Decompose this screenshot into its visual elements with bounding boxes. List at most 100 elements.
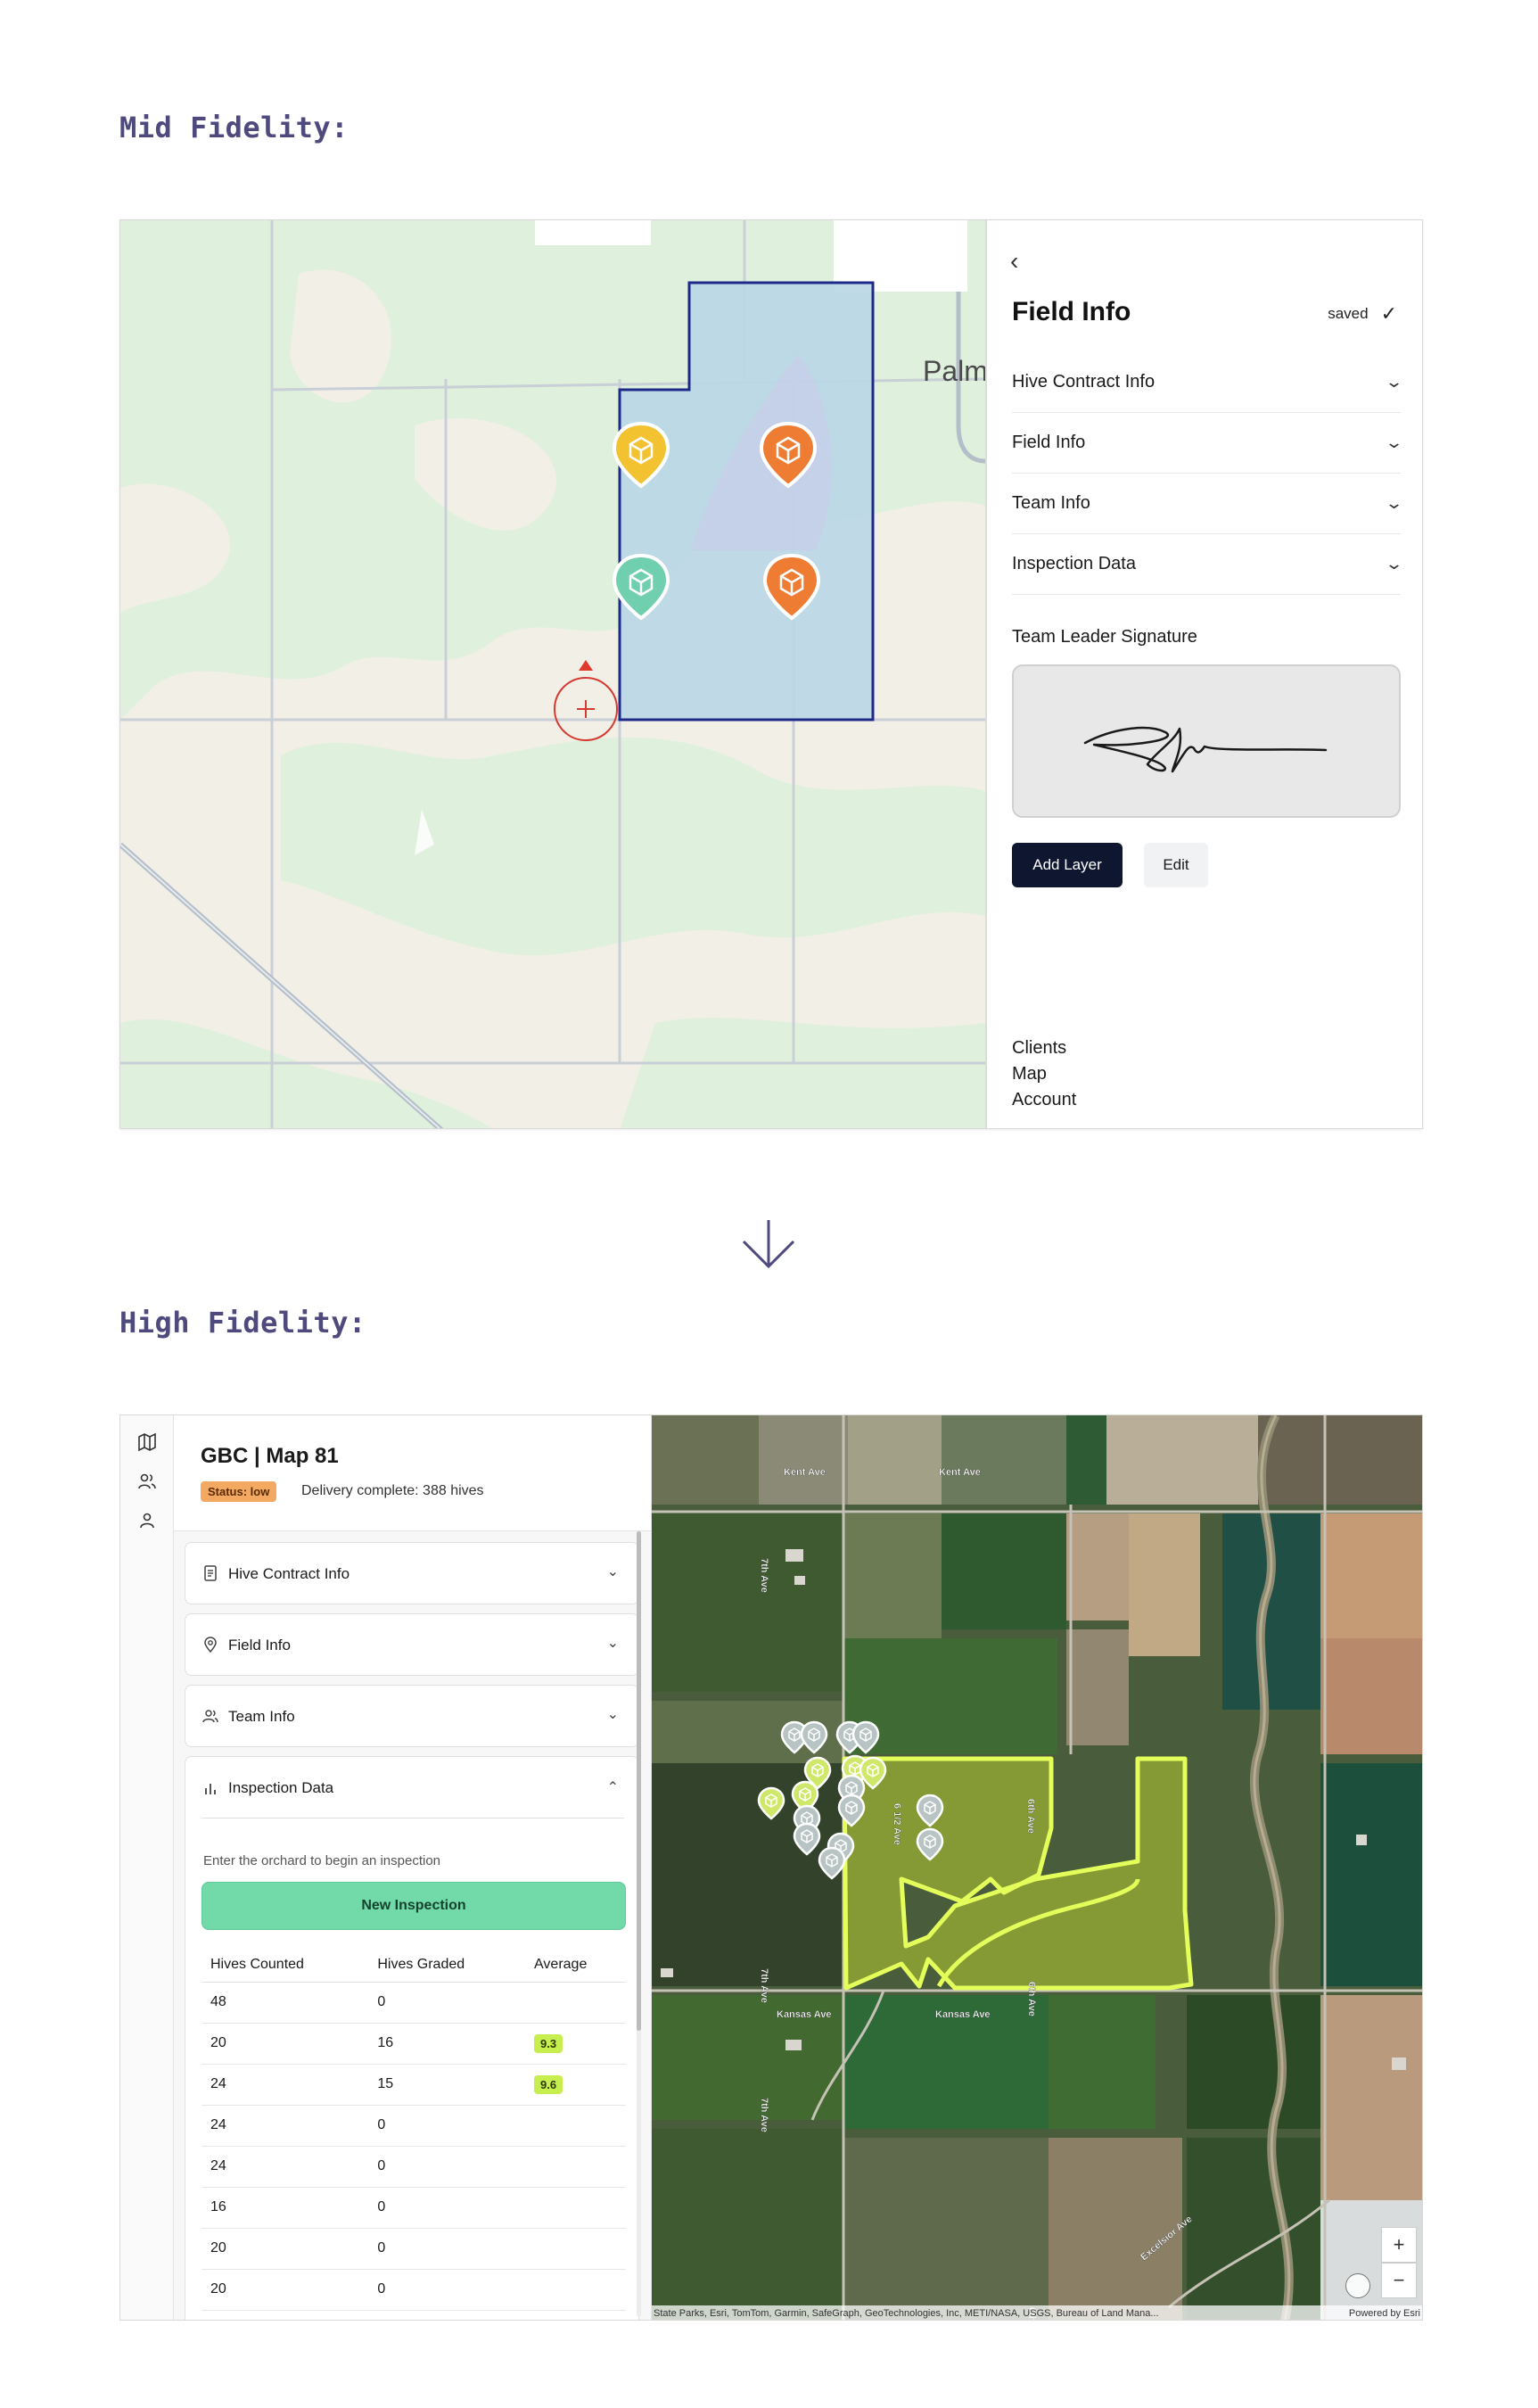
arrow-down-icon: [742, 1220, 795, 1269]
map-icon[interactable]: [136, 1431, 158, 1453]
zoom-out-button[interactable]: −: [1381, 2263, 1417, 2298]
saved-status: saved ✓: [1328, 302, 1397, 326]
table-row[interactable]: 20 0: [202, 2228, 626, 2270]
road-label: 7th Ave: [759, 1558, 769, 1593]
accordion-label[interactable]: Inspection Data: [228, 1779, 333, 1797]
map-city-label: Palm: [923, 355, 985, 387]
sidebar-scrollbar[interactable]: [637, 1531, 641, 2316]
road-label: Kansas Ave: [935, 2009, 991, 2020]
table-cell: 24: [202, 2105, 369, 2147]
accordion-label: Field Info: [228, 1637, 291, 1653]
table-cell: 16: [368, 2023, 526, 2065]
scrollbar-thumb[interactable]: [637, 1531, 641, 2031]
road-label: Kent Ave: [939, 1467, 981, 1478]
check-icon: ✓: [1380, 302, 1397, 325]
mid-map[interactable]: Palm: [120, 220, 985, 1128]
road-label: Kansas Ave: [777, 2009, 832, 2020]
users-icon[interactable]: [136, 1471, 158, 1492]
table-cell: [525, 2105, 626, 2147]
table-cell: [525, 2269, 626, 2311]
accordion-label: Hive Contract Info: [228, 1565, 350, 1582]
table-cell: [525, 2228, 626, 2270]
road-label: 6th Ave: [1025, 1799, 1036, 1834]
chevron-left-icon[interactable]: ‹: [1010, 247, 1018, 276]
accordion-label: Field Info: [1012, 433, 1086, 452]
table-cell: 0: [368, 2146, 526, 2188]
accordion-team-info[interactable]: Team Info ⌄: [1012, 474, 1404, 534]
road-label: 7th Ave: [759, 1968, 769, 2003]
satellite-map[interactable]: Kent Ave Kent Ave Kansas Ave Kansas Ave 7th …: [652, 1415, 1422, 2320]
table-header-row: Hives Counted Hives Graded Average: [202, 1948, 626, 1983]
delivery-status-text: Delivery complete: 388 hives: [301, 1483, 484, 1498]
table-cell: 24: [202, 2064, 369, 2106]
chevron-down-icon: ⌄: [606, 1636, 619, 1651]
location-pin-icon: [204, 1637, 217, 1653]
accordion-hive-contract-info[interactable]: Hive Contract Info ⌄: [185, 1542, 639, 1604]
mid-fidelity-mockup: Palm ‹ Field Info saved ✓ Hive Contract …: [119, 219, 1423, 1129]
table-row[interactable]: 20 0: [202, 2269, 626, 2311]
status-badge: Status: low: [201, 1481, 277, 1502]
saved-text: saved: [1328, 305, 1369, 322]
edit-button[interactable]: Edit: [1144, 843, 1208, 887]
road-label: Kent Ave: [784, 1467, 826, 1478]
map-sidebar: GBC | Map 81 Status: low Delivery comple…: [174, 1415, 652, 2320]
table-cell: [525, 2187, 626, 2229]
table-cell: 15: [368, 2064, 526, 2106]
table-row[interactable]: 48 0: [202, 1982, 626, 2024]
map-title: GBC | Map 81: [201, 1444, 339, 1468]
panel-title: Field Info: [1012, 297, 1131, 326]
table-cell: 9.6: [525, 2064, 626, 2106]
signature-pad[interactable]: [1012, 664, 1401, 818]
table-row[interactable]: 16 0: [202, 2187, 626, 2229]
road-label: 6 1/2 Ave: [892, 1803, 902, 1845]
accordion-hive-contract-info[interactable]: Hive Contract Info ⌄: [1012, 352, 1403, 413]
column-header: Hives Counted: [202, 1948, 369, 1983]
table-row[interactable]: 24 0: [202, 2146, 626, 2188]
accordion-field-info[interactable]: Field Info ⌄: [1012, 413, 1403, 474]
table-cell: 0: [368, 2228, 526, 2270]
document-icon: [204, 1565, 217, 1581]
new-inspection-button[interactable]: New Inspection: [202, 1882, 626, 1930]
inspection-hint: Enter the orchard to begin an inspection: [203, 1853, 441, 1868]
table-row[interactable]: 20 16 9.3: [202, 2023, 626, 2065]
add-layer-button[interactable]: Add Layer: [1012, 843, 1123, 887]
nav-account[interactable]: Account: [1012, 1087, 1076, 1113]
mid-fidelity-heading: Mid Fidelity:: [119, 111, 349, 144]
chevron-down-icon: ⌄: [606, 1707, 619, 1722]
table-row[interactable]: 24 0: [202, 2105, 626, 2147]
user-icon[interactable]: [136, 1510, 158, 1531]
road-label: 6th Ave: [1026, 1982, 1037, 2016]
chevron-down-icon: ⌄: [1384, 555, 1404, 573]
table-row[interactable]: 24 15 9.6: [202, 2064, 626, 2106]
chevron-up-icon[interactable]: ⌃: [607, 1778, 619, 1796]
table-cell: 20: [202, 2228, 369, 2270]
table-cell: 16: [202, 2187, 369, 2229]
high-fidelity-mockup: GBC | Map 81 Status: low Delivery comple…: [119, 1414, 1423, 2321]
table-cell: 9.3: [525, 2023, 626, 2065]
accordion-team-info[interactable]: Team Info ⌄: [185, 1685, 639, 1747]
sidebar-header: GBC | Map 81 Status: low Delivery comple…: [174, 1415, 651, 1531]
accordion-field-info[interactable]: Field Info ⌄: [185, 1613, 639, 1676]
high-fidelity-heading: High Fidelity:: [119, 1306, 366, 1340]
nav-clients[interactable]: Clients: [1012, 1035, 1076, 1061]
zoom-in-button[interactable]: +: [1381, 2227, 1417, 2263]
column-header: Average: [525, 1948, 626, 1983]
accordion-inspection-data[interactable]: Inspection Data ⌄: [1012, 534, 1404, 595]
table-cell: [525, 2146, 626, 2188]
nav-map[interactable]: Map: [1012, 1061, 1076, 1087]
signature-drawing: [1083, 726, 1328, 773]
accordion-inspection-data: Inspection Data ⌃ Enter the orchard to b…: [185, 1756, 639, 2320]
chevron-down-icon: ⌄: [1384, 494, 1404, 512]
road-label: 7th Ave: [759, 2098, 769, 2132]
table-cell: 20: [202, 2269, 369, 2311]
signature-label: Team Leader Signature: [1012, 627, 1197, 647]
bottom-nav: Clients Map Account: [1012, 1035, 1076, 1113]
icon-rail: [120, 1415, 174, 2320]
average-badge: 9.6: [534, 2074, 563, 2094]
table-cell: 0: [368, 2187, 526, 2229]
compass-icon[interactable]: [1345, 2273, 1370, 2298]
accordion-label: Inspection Data: [1012, 554, 1136, 573]
table-cell: 0: [368, 2105, 526, 2147]
average-badge: 9.3: [534, 2033, 563, 2053]
table-cell: 24: [202, 2146, 369, 2188]
